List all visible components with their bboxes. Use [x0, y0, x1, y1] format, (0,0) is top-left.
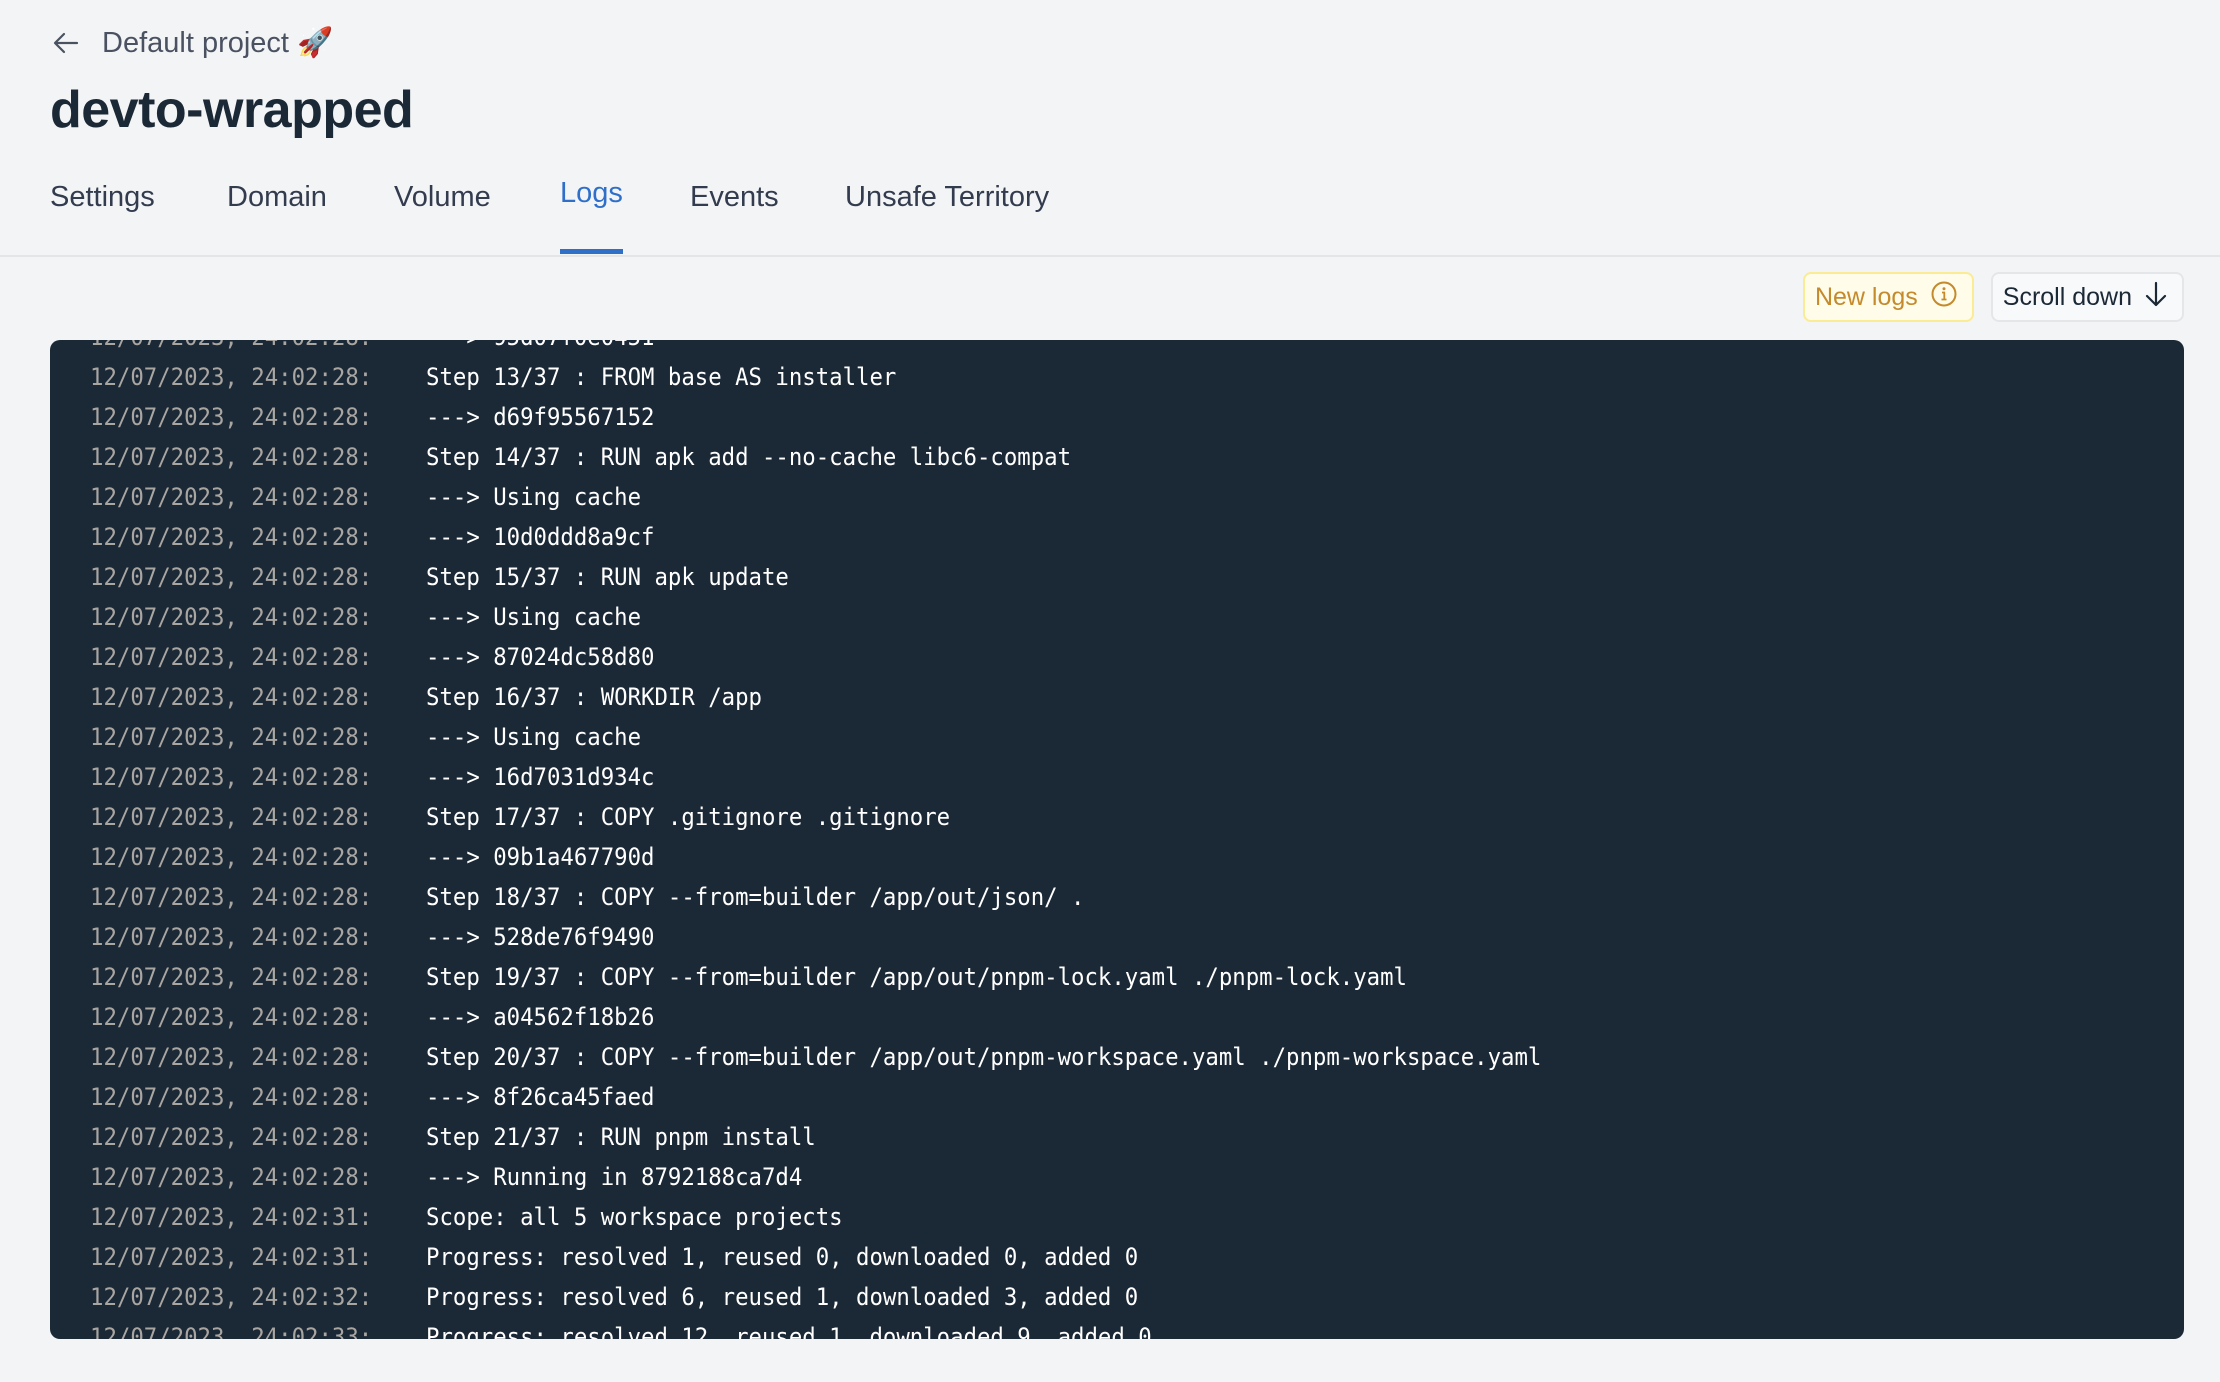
new-logs-button[interactable]: New logs	[1802, 272, 1974, 322]
log-message: ---> d69f95567152	[426, 403, 655, 431]
log-timestamp: 12/07/2023, 24:02:28:	[90, 1163, 373, 1191]
log-message: Step 17/37 : COPY .gitignore .gitignore	[426, 803, 951, 831]
log-timestamp: 12/07/2023, 24:02:31:	[90, 1203, 373, 1231]
log-message: ---> 09b1a467790d	[426, 843, 655, 871]
log-timestamp: 12/07/2023, 24:02:28:	[90, 683, 373, 711]
log-timestamp: 12/07/2023, 24:02:28:	[90, 1123, 373, 1151]
log-row: 12/07/2023, 24:02:31: Progress: resolved …	[90, 1237, 1625, 1277]
log-row: 12/07/2023, 24:02:31: Scope: all 5 worksp…	[90, 1197, 1625, 1237]
log-row: 12/07/2023, 24:02:28: ---> 09b1a467790d	[90, 837, 1625, 877]
log-message: ---> 16d7031d934c	[426, 763, 655, 791]
scroll-down-button[interactable]: Scroll down	[1990, 272, 2184, 322]
log-message: Progress: resolved 12, reused 1, downloa…	[426, 1323, 1152, 1339]
log-row: 12/07/2023, 24:02:28: Step 17/37 : COPY .…	[90, 797, 1625, 837]
tab-volume[interactable]: Volume	[394, 181, 491, 249]
log-row: 12/07/2023, 24:02:28: ---> a04562f18b26	[90, 997, 1625, 1037]
log-timestamp: 12/07/2023, 24:02:28:	[90, 603, 373, 631]
log-message: ---> 8f26ca45faed	[426, 1083, 655, 1111]
log-timestamp: 12/07/2023, 24:02:28:	[90, 763, 373, 791]
log-timestamp: 12/07/2023, 24:02:28:	[90, 340, 402, 357]
log-timestamp: 12/07/2023, 24:02:28:	[90, 923, 373, 951]
log-row: 12/07/2023, 24:02:28: Step 21/37 : RUN pn…	[90, 1117, 1625, 1157]
log-message: Step 18/37 : COPY --from=builder /app/ou…	[426, 883, 1085, 911]
log-timestamp: 12/07/2023, 24:02:28:	[90, 803, 373, 831]
arrow-left-icon[interactable]	[50, 27, 82, 59]
log-message: ---> Running in 8792188ca7d4	[426, 1163, 803, 1191]
log-message: ---> Using cache	[426, 483, 642, 511]
log-timestamp: 12/07/2023, 24:02:28:	[90, 363, 373, 391]
log-message: Step 16/37 : WORKDIR /app	[426, 683, 762, 711]
log-row: 12/07/2023, 24:02:28: ---> Using cache	[90, 717, 1625, 757]
log-timestamp: 12/07/2023, 24:02:28:	[90, 1003, 373, 1031]
log-message: Progress: resolved 6, reused 1, download…	[426, 1283, 1139, 1311]
log-message: Scope: all 5 workspace projects	[426, 1203, 843, 1231]
log-message: ---> 528de76f9490	[426, 923, 655, 951]
log-message: ---> Using cache	[426, 723, 642, 751]
log-list: 12/07/2023, 24:02:28:---> 95d07f0e045112…	[90, 340, 1625, 1339]
log-row: 12/07/2023, 24:02:28: ---> 87024dc58d80	[90, 637, 1625, 677]
log-timestamp: 12/07/2023, 24:02:33:	[90, 1323, 373, 1339]
page-title: devto-wrapped	[50, 81, 414, 139]
log-message: ---> a04562f18b26	[426, 1003, 655, 1031]
log-row: 12/07/2023, 24:02:28: Step 19/37 : COPY -…	[90, 957, 1625, 997]
log-row: 12/07/2023, 24:02:28: ---> Using cache	[90, 477, 1625, 517]
tab-bar: Settings Domain Volume Logs Events Unsaf…	[0, 175, 2220, 257]
arrow-down-icon	[2144, 280, 2168, 315]
log-timestamp: 12/07/2023, 24:02:28:	[90, 483, 373, 511]
log-timestamp: 12/07/2023, 24:02:28:	[90, 403, 373, 431]
log-timestamp: 12/07/2023, 24:02:28:	[90, 883, 373, 911]
log-timestamp: 12/07/2023, 24:02:28:	[90, 1083, 373, 1111]
log-message: Step 19/37 : COPY --from=builder /app/ou…	[426, 963, 1407, 991]
log-message: Step 21/37 : RUN pnpm install	[426, 1123, 816, 1151]
tab-events[interactable]: Events	[690, 181, 779, 249]
log-row: 12/07/2023, 24:02:28: ---> 10d0ddd8a9cf	[90, 517, 1625, 557]
scroll-down-label: Scroll down	[2002, 282, 2132, 311]
log-row: 12/07/2023, 24:02:28: Step 14/37 : RUN ap…	[90, 437, 1625, 477]
log-message: Step 15/37 : RUN apk update	[426, 563, 789, 591]
log-timestamp: 12/07/2023, 24:02:32:	[90, 1283, 373, 1311]
log-timestamp: 12/07/2023, 24:02:28:	[90, 443, 373, 471]
log-row: 12/07/2023, 24:02:28: ---> Running in 879…	[90, 1157, 1625, 1197]
log-row: 12/07/2023, 24:02:28: Step 18/37 : COPY -…	[90, 877, 1625, 917]
breadcrumb: Default project 🚀	[50, 26, 333, 60]
log-timestamp: 12/07/2023, 24:02:28:	[90, 643, 373, 671]
log-message: ---> Using cache	[426, 603, 642, 631]
log-timestamp: 12/07/2023, 24:02:28:	[90, 723, 373, 751]
log-timestamp: 12/07/2023, 24:02:31:	[90, 1243, 373, 1271]
logs-panel[interactable]: 12/07/2023, 24:02:28:---> 95d07f0e045112…	[50, 340, 2184, 1339]
log-message: ---> 95d07f0e0451	[426, 340, 654, 357]
log-row: 12/07/2023, 24:02:28: Step 13/37 : FROM b…	[90, 357, 1625, 397]
log-row: 12/07/2023, 24:02:28: ---> 16d7031d934c	[90, 757, 1625, 797]
log-message: Step 20/37 : COPY --from=builder /app/ou…	[426, 1043, 1542, 1071]
breadcrumb-project-link[interactable]: Default project 🚀	[102, 26, 333, 60]
log-message: Step 13/37 : FROM base AS installer	[426, 363, 897, 391]
log-message: ---> 87024dc58d80	[426, 643, 655, 671]
log-timestamp: 12/07/2023, 24:02:28:	[90, 1043, 373, 1071]
tab-unsafe-territory[interactable]: Unsafe Territory	[845, 181, 1049, 249]
log-timestamp: 12/07/2023, 24:02:28:	[90, 523, 373, 551]
log-row: 12/07/2023, 24:02:32: Progress: resolved …	[90, 1277, 1625, 1317]
new-logs-label: New logs	[1814, 282, 1918, 311]
log-row: 12/07/2023, 24:02:28: ---> 528de76f9490	[90, 917, 1625, 957]
log-row: 12/07/2023, 24:02:28: Step 15/37 : RUN ap…	[90, 557, 1625, 597]
log-timestamp: 12/07/2023, 24:02:28:	[90, 843, 373, 871]
log-message: ---> 10d0ddd8a9cf	[426, 523, 655, 551]
log-message: Step 14/37 : RUN apk add --no-cache libc…	[426, 443, 1072, 471]
info-circle-icon	[1930, 280, 1958, 315]
log-row: 12/07/2023, 24:02:28: ---> 8f26ca45faed	[90, 1077, 1625, 1117]
log-row: 12/07/2023, 24:02:33: Progress: resolved …	[90, 1317, 1625, 1339]
tab-domain[interactable]: Domain	[227, 181, 327, 249]
log-row: 12/07/2023, 24:02:28: Step 20/37 : COPY -…	[90, 1037, 1625, 1077]
tab-logs[interactable]: Logs	[560, 177, 623, 254]
log-row: 12/07/2023, 24:02:28: ---> Using cache	[90, 597, 1625, 637]
log-row: 12/07/2023, 24:02:28: ---> 95d07f0e0451	[90, 340, 1625, 357]
log-row: 12/07/2023, 24:02:28: ---> d69f95567152	[90, 397, 1625, 437]
log-row: 12/07/2023, 24:02:28: Step 16/37 : WORKDI…	[90, 677, 1625, 717]
log-timestamp: 12/07/2023, 24:02:28:	[90, 963, 373, 991]
log-timestamp: 12/07/2023, 24:02:28:	[90, 563, 373, 591]
logs-toolbar: New logs Scroll down	[1802, 272, 2184, 322]
log-message: Progress: resolved 1, reused 0, download…	[426, 1243, 1139, 1271]
tab-settings[interactable]: Settings	[50, 181, 155, 249]
